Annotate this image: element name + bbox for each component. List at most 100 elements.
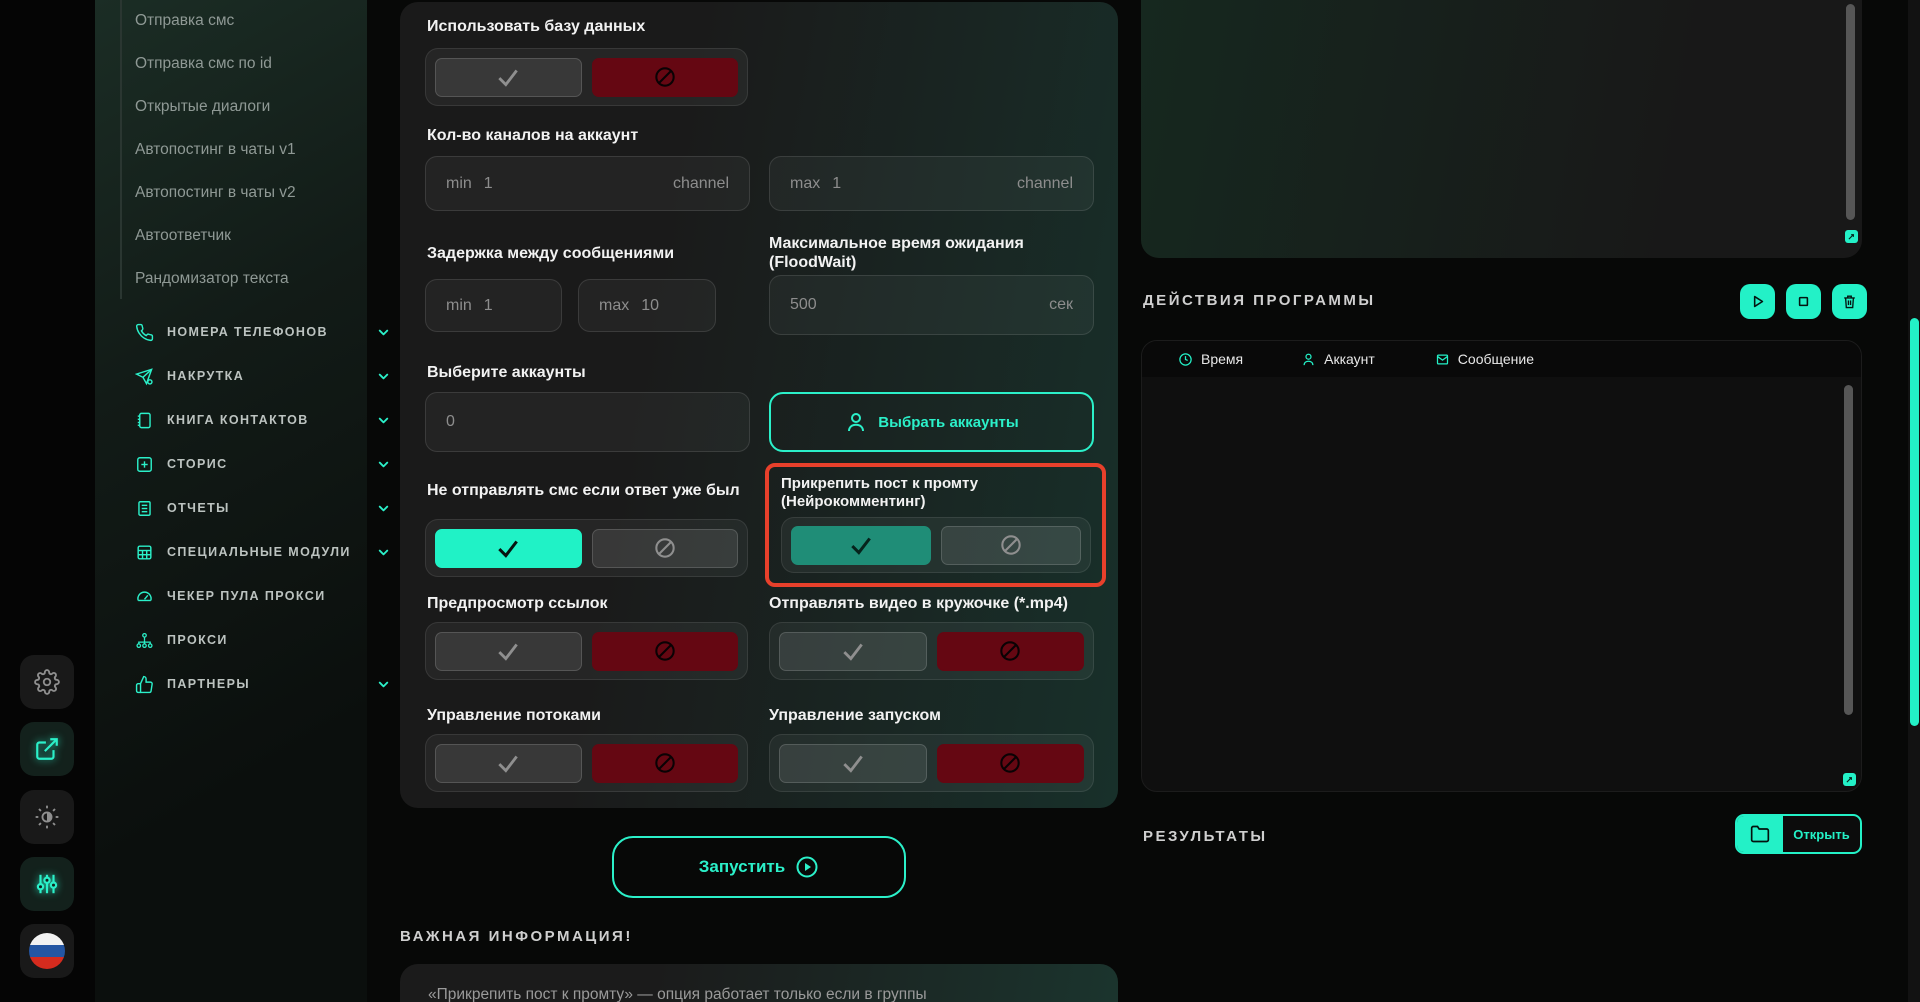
toggle-no-button[interactable] xyxy=(592,529,739,568)
button-label: Запустить xyxy=(699,857,785,877)
contacts-book-icon xyxy=(135,411,154,430)
delay-min-input[interactable]: min 1 xyxy=(425,279,562,332)
input-value: 0 xyxy=(446,413,455,431)
no-sms-if-answered-label: Не отправлять смс если ответ уже был xyxy=(427,481,757,500)
phone-icon xyxy=(135,323,154,342)
controls-button[interactable] xyxy=(20,857,74,911)
page-scrollbar-thumb[interactable] xyxy=(1910,318,1919,726)
message-icon xyxy=(1435,352,1450,367)
use-database-label: Использовать базу данных xyxy=(427,17,645,36)
select-accounts-label: Выберите аккаунты xyxy=(427,363,586,382)
theme-toggle-button[interactable] xyxy=(20,790,74,844)
input-value: 1 xyxy=(484,175,493,193)
settings-button[interactable] xyxy=(20,655,74,709)
sidebar-section-phone-numbers[interactable]: НОМЕРА ТЕЛЕФОНОВ xyxy=(135,320,355,344)
resize-handle[interactable] xyxy=(1843,773,1856,786)
toggle-no-button[interactable] xyxy=(937,744,1085,783)
select-accounts-button[interactable]: Выбрать аккаунты xyxy=(769,392,1094,452)
channels-min-input[interactable]: min 1 channel xyxy=(425,156,750,211)
plus-square-icon xyxy=(135,455,154,474)
sidebar-item-open-dialogs[interactable]: Открытые диалоги xyxy=(135,98,270,116)
clear-log-button[interactable] xyxy=(1832,284,1867,319)
sidebar-item-autoresponder[interactable]: Автоответчик xyxy=(135,227,231,245)
toggle-yes-button[interactable] xyxy=(435,632,582,671)
network-icon xyxy=(135,631,154,650)
column-label: Аккаунт xyxy=(1324,351,1375,367)
use-database-toggle xyxy=(425,48,748,106)
section-label: ПРОКСИ xyxy=(167,633,228,647)
toggle-no-button[interactable] xyxy=(592,632,739,671)
scrollbar-thumb[interactable] xyxy=(1846,4,1855,220)
run-button[interactable] xyxy=(1740,284,1775,319)
play-icon xyxy=(1749,293,1766,310)
delay-max-input[interactable]: max 10 xyxy=(578,279,716,332)
toggle-no-button[interactable] xyxy=(937,632,1085,671)
chevron-down-icon xyxy=(376,677,391,692)
sidebar-section-stories[interactable]: СТОРИС xyxy=(135,452,355,476)
resize-handle[interactable] xyxy=(1845,230,1858,243)
channels-per-account-label: Кол-во каналов на аккаунт xyxy=(427,126,638,145)
report-icon xyxy=(135,499,154,518)
sidebar-section-contacts-book[interactable]: КНИГА КОНТАКТОВ xyxy=(135,408,355,432)
log-table-header: Время Аккаунт Сообщение xyxy=(1142,341,1861,377)
toggle-yes-button[interactable] xyxy=(779,632,927,671)
start-button[interactable]: Запустить xyxy=(612,836,906,898)
sidebar-item-text-randomizer[interactable]: Рандомизатор текста xyxy=(135,270,289,288)
page-scrollbar[interactable] xyxy=(1908,0,1920,1002)
input-value: 10 xyxy=(641,297,659,315)
sidebar-section-reports[interactable]: ОТЧЕТЫ xyxy=(135,496,355,520)
no-sms-if-answered-toggle xyxy=(425,519,748,577)
sidebar-section-boosting[interactable]: НАКРУТКА xyxy=(135,364,355,388)
input-unit: сек xyxy=(1049,296,1073,314)
clock-icon xyxy=(1178,352,1193,367)
results-heading: РЕЗУЛЬТАТЫ xyxy=(1143,828,1268,845)
sidebar-item-send-sms-by-id[interactable]: Отправка смс по id xyxy=(135,55,272,73)
section-label: НАКРУТКА xyxy=(167,369,244,383)
toggle-yes-button[interactable] xyxy=(779,744,927,783)
left-icon-rail xyxy=(0,0,95,1002)
modules-icon xyxy=(135,543,154,562)
paper-plane-icon xyxy=(135,367,154,386)
prompt-textarea-panel[interactable] xyxy=(1141,0,1862,258)
toggle-no-button[interactable] xyxy=(941,526,1081,565)
flag-russia-icon xyxy=(29,933,65,969)
input-prefix: min xyxy=(446,297,472,315)
sidebar: Отправка смс Отправка смс по id Открытые… xyxy=(95,0,367,1002)
toggle-yes-button[interactable] xyxy=(791,526,931,565)
floodwait-input[interactable]: 500 сек xyxy=(769,275,1094,335)
section-label: КНИГА КОНТАКТОВ xyxy=(167,413,309,427)
program-log-table: Время Аккаунт Сообщение xyxy=(1141,340,1862,792)
sidebar-item-autopost-v1[interactable]: Автопостинг в чаты v1 xyxy=(135,141,296,159)
stop-button[interactable] xyxy=(1786,284,1821,319)
external-link-icon xyxy=(34,736,60,762)
sidebar-item-autopost-v2[interactable]: Автопостинг в чаты v2 xyxy=(135,184,296,202)
open-results-button[interactable]: Открыть xyxy=(1735,814,1862,854)
launch-control-toggle xyxy=(769,734,1094,792)
gear-icon xyxy=(34,669,60,695)
toggle-yes-button[interactable] xyxy=(435,58,582,97)
sidebar-item-send-sms[interactable]: Отправка смс xyxy=(135,12,234,30)
thumbs-up-icon xyxy=(135,675,154,694)
language-button[interactable] xyxy=(20,924,74,978)
sidebar-section-partners[interactable]: ПАРТНЕРЫ xyxy=(135,672,355,696)
important-info-panel: «Прикрепить пост к промту» — опция работ… xyxy=(400,964,1118,1002)
chevron-down-icon xyxy=(376,413,391,428)
toggle-no-button[interactable] xyxy=(592,744,739,783)
column-label: Время xyxy=(1201,351,1243,367)
scrollbar-thumb[interactable] xyxy=(1844,385,1853,715)
toggle-yes-button[interactable] xyxy=(435,529,582,568)
channels-max-input[interactable]: max 1 channel xyxy=(769,156,1094,211)
folder-icon xyxy=(1737,816,1783,852)
toggle-yes-button[interactable] xyxy=(435,744,582,783)
toggle-no-button[interactable] xyxy=(592,58,739,97)
open-external-button[interactable] xyxy=(20,722,74,776)
section-label: СПЕЦИАЛЬНЫЕ МОДУЛИ xyxy=(167,545,351,559)
input-prefix: min xyxy=(446,175,472,193)
column-time: Время xyxy=(1178,351,1243,367)
sidebar-section-proxies[interactable]: ПРОКСИ xyxy=(135,628,355,652)
accounts-count-input[interactable]: 0 xyxy=(425,392,750,452)
settings-form-panel: Использовать базу данных Кол-во каналов … xyxy=(400,2,1118,808)
section-label: ОТЧЕТЫ xyxy=(167,501,230,515)
sidebar-section-proxy-pool-checker[interactable]: ЧЕКЕР ПУЛА ПРОКСИ xyxy=(135,584,355,608)
sidebar-section-special-modules[interactable]: СПЕЦИАЛЬНЫЕ МОДУЛИ xyxy=(135,540,355,564)
